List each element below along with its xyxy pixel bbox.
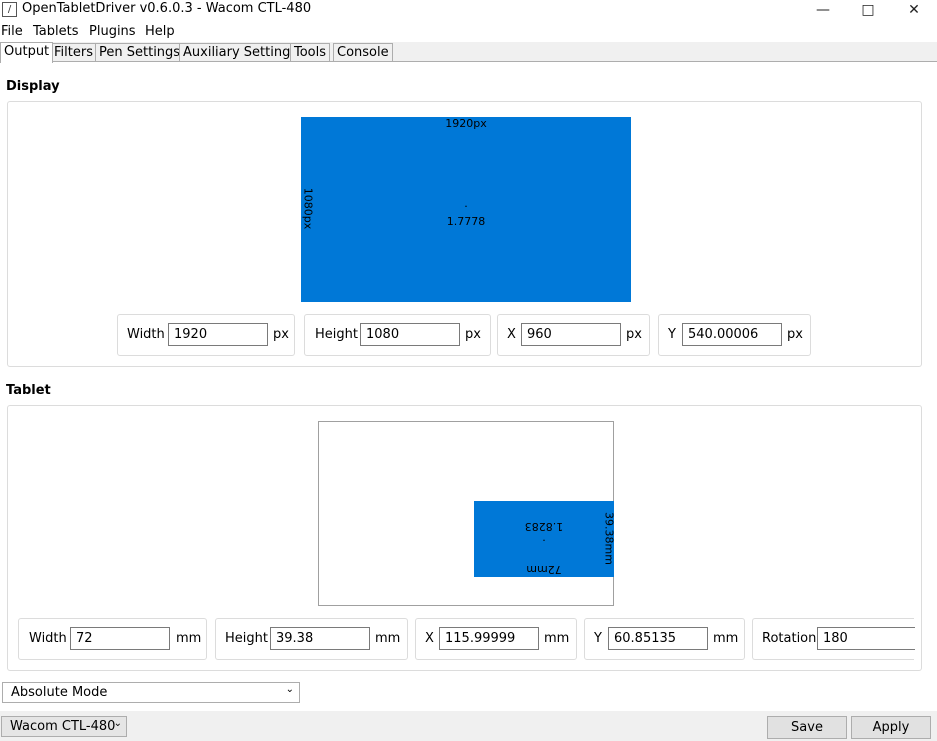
display-width-unit: px (273, 327, 289, 342)
display-height-unit: px (465, 327, 481, 342)
window-title: OpenTabletDriver v0.6.0.3 - Wacom CTL-48… (22, 1, 312, 16)
tablet-width-input[interactable] (70, 627, 170, 650)
tablet-x-unit: mm (544, 631, 570, 646)
save-button[interactable]: Save (767, 716, 847, 739)
display-x-field-label: X (507, 327, 516, 342)
display-width-field-label: Width (127, 327, 165, 342)
tab-bar: Output Filters Pen Settings Auxiliary Se… (0, 42, 937, 63)
tab-console[interactable]: Console (333, 43, 393, 62)
display-section-title: Display (6, 79, 60, 94)
display-x-input[interactable] (521, 323, 621, 346)
chevron-down-icon: ⌄ (113, 718, 122, 729)
display-aspect-ratio: 1.7778 (446, 215, 486, 228)
display-y-input[interactable] (682, 323, 782, 346)
tablet-x-field-label: X (425, 631, 434, 646)
tablet-group: 1.8283 . 72mm 39.38mm Width mm Height mm… (7, 405, 922, 671)
minimize-icon[interactable]: — (800, 0, 846, 22)
chevron-down-icon: ⌄ (285, 684, 294, 695)
display-height-box: Height px (304, 314, 491, 356)
tablet-x-input[interactable] (439, 627, 539, 650)
mode-select-value: Absolute Mode (11, 685, 108, 700)
tablet-height-input[interactable] (270, 627, 370, 650)
tablet-y-unit: mm (713, 631, 739, 646)
display-center-dot: . (464, 197, 468, 210)
display-y-unit: px (787, 327, 803, 342)
apply-button[interactable]: Apply (851, 716, 931, 739)
display-y-field-label: Y (668, 327, 676, 342)
output-tab-panel: Display 1920px 1080px . 1.7778 Width px … (0, 61, 937, 711)
tab-pen-settings[interactable]: Pen Settings (95, 43, 185, 62)
display-group: 1920px 1080px . 1.7778 Width px Height p… (7, 101, 922, 367)
tablet-height-box: Height mm (215, 618, 408, 660)
tablet-section-title: Tablet (6, 383, 51, 398)
display-width-label: 1920px (445, 117, 487, 130)
display-area[interactable]: 1920px 1080px . 1.7778 (301, 117, 631, 302)
tab-output[interactable]: Output (0, 42, 54, 63)
display-height-field-label: Height (315, 327, 358, 342)
tab-auxiliary-settings[interactable]: Auxiliary Settings (179, 43, 302, 62)
mode-select[interactable]: Absolute Mode ⌄ (2, 682, 300, 703)
menu-plugins[interactable]: Plugins (89, 24, 136, 39)
menu-file[interactable]: File (1, 24, 23, 39)
tablet-width-unit: mm (176, 631, 202, 646)
footer-bar: Wacom CTL-480 ⌄ Save Apply (0, 711, 937, 741)
maximize-icon[interactable]: □ (845, 0, 891, 22)
close-icon[interactable]: ✕ (891, 0, 937, 22)
tablet-height-label: 39.38mm (602, 512, 616, 565)
tablet-width-label: 72mm (526, 563, 562, 576)
tab-tools[interactable]: Tools (290, 43, 331, 62)
tablet-width-box: Width mm (18, 618, 207, 660)
tablet-rotation-box: Rotation (752, 618, 915, 660)
tab-filters[interactable]: Filters (50, 43, 97, 62)
tablet-rotation-field-label: Rotation (762, 631, 817, 646)
menu-bar: File Tablets Plugins Help (0, 22, 937, 42)
display-x-box: X px (497, 314, 650, 356)
tablet-y-input[interactable] (608, 627, 708, 650)
display-width-input[interactable] (168, 323, 268, 346)
tablet-rotation-input[interactable] (817, 627, 915, 650)
tablet-height-field-label: Height (225, 631, 268, 646)
title-bar: / OpenTabletDriver v0.6.0.3 - Wacom CTL-… (0, 0, 937, 22)
tablet-height-unit: mm (375, 631, 401, 646)
app-icon: / (2, 2, 17, 17)
tablet-select-value: Wacom CTL-480 (10, 719, 116, 734)
tablet-area[interactable]: 1.8283 . 72mm 39.38mm (474, 501, 616, 577)
display-x-unit: px (626, 327, 642, 342)
menu-tablets[interactable]: Tablets (33, 24, 79, 39)
tablet-width-field-label: Width (29, 631, 67, 646)
tablet-y-field-label: Y (594, 631, 602, 646)
tablet-select[interactable]: Wacom CTL-480 ⌄ (1, 716, 127, 737)
tablet-full-area: 1.8283 . 72mm 39.38mm (318, 421, 616, 606)
tablet-y-box: Y mm (584, 618, 745, 660)
menu-help[interactable]: Help (145, 24, 175, 39)
tablet-x-box: X mm (415, 618, 577, 660)
display-height-input[interactable] (360, 323, 460, 346)
display-width-box: Width px (117, 314, 295, 356)
tablet-center-dot: . (542, 531, 546, 544)
display-y-box: Y px (658, 314, 811, 356)
